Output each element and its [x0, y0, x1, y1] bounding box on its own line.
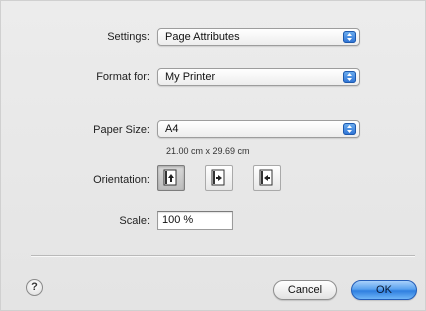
- cancel-button[interactable]: Cancel: [273, 280, 337, 300]
- format-for-popup-value: My Printer: [165, 71, 216, 83]
- paper-size-label: Paper Size:: [93, 124, 150, 136]
- help-button[interactable]: ?: [26, 279, 43, 296]
- scale-label: Scale:: [119, 215, 150, 227]
- paper-size-popup[interactable]: A4: [157, 120, 360, 138]
- popup-arrows-icon: [343, 71, 356, 83]
- format-for-label: Format for:: [96, 71, 150, 83]
- portrait-orientation-icon: [163, 169, 177, 186]
- settings-popup[interactable]: Page Attributes: [157, 28, 360, 46]
- settings-label: Settings:: [107, 31, 150, 43]
- orientation-landscape-left-button[interactable]: [205, 165, 233, 191]
- popup-arrows-icon: [343, 31, 356, 43]
- page-setup-dialog: Settings: Page Attributes Format for: My…: [0, 0, 426, 311]
- settings-popup-value: Page Attributes: [165, 31, 240, 43]
- orientation-label: Orientation:: [93, 174, 150, 186]
- ok-button[interactable]: OK: [351, 280, 417, 300]
- paper-dimensions: 21.00 cm x 29.69 cm: [166, 146, 250, 156]
- popup-arrows-icon: [343, 123, 356, 135]
- paper-size-popup-value: A4: [165, 123, 179, 135]
- scale-input[interactable]: 100 %: [157, 211, 233, 230]
- divider: [31, 255, 415, 256]
- format-for-popup[interactable]: My Printer: [157, 68, 360, 86]
- landscape-right-orientation-icon: [259, 169, 273, 186]
- landscape-left-orientation-icon: [211, 169, 225, 186]
- orientation-landscape-right-button[interactable]: [253, 165, 281, 191]
- orientation-portrait-button[interactable]: [157, 165, 185, 191]
